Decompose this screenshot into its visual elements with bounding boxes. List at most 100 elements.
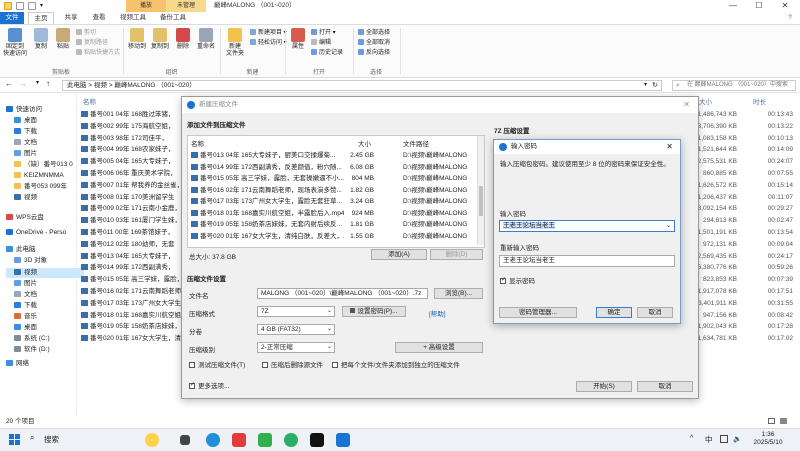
close-button[interactable]: ✕ [772, 0, 798, 12]
address-bar[interactable]: 此电脑 > 视频 > 巅峰MALONG （001~020） ▾ ↻ [62, 80, 662, 91]
checkbox-box[interactable] [189, 362, 195, 368]
capcut-icon[interactable] [310, 433, 324, 447]
password-cancel-button[interactable]: 取消 [637, 307, 673, 318]
list-item[interactable]: 番号019 05年 158奶茶店妹妹，无套内射后续反... 1.81 GB D:\视… [188, 219, 476, 230]
column-header-duration[interactable]: 时长 [753, 96, 766, 106]
address-dropdown-icon[interactable]: ▾ [644, 81, 647, 90]
rename-button[interactable]: 重命名 [195, 28, 217, 51]
new-folder-quick-icon[interactable] [28, 2, 36, 10]
file-name[interactable]: 番号011 00年 169茶馆妹子， [81, 227, 181, 239]
delete-files-button[interactable]: 删除(D) [430, 249, 483, 260]
nav-item[interactable]: OneDrive - Perso [6, 228, 76, 238]
copilot-icon[interactable] [145, 433, 159, 447]
more-options-checkbox[interactable]: 更多选项... [189, 381, 229, 391]
paste-shortcut-button[interactable]: 粘贴快捷方式 [76, 49, 120, 57]
up-button[interactable]: ↑ [46, 79, 50, 88]
task-view-icon[interactable] [180, 435, 190, 445]
clock[interactable]: 1:36 2025/5/10 [748, 431, 788, 447]
column-header-name[interactable]: 名称 [83, 96, 96, 106]
minimize-button[interactable]: — [720, 0, 746, 12]
easy-access-button[interactable]: 轻松访问 ▾ [250, 39, 287, 47]
pin-quick-access-button[interactable]: 固定到 快速访问 [2, 28, 28, 58]
select-all-button[interactable]: 全部选择 [358, 29, 390, 37]
nav-item[interactable]: 下载 [6, 301, 84, 311]
invert-selection-button[interactable]: 反向选择 [358, 49, 390, 57]
tab-video-tools[interactable]: 视频工具 [116, 12, 150, 24]
filename-input[interactable]: MALONG （001~020）\巅峰MALONG （001~020）.7z [257, 288, 428, 299]
quick-access-menu-icon[interactable]: ▾ [40, 2, 46, 10]
list-item[interactable]: 番号015 05年 高三学妹，露脸，无套操嫩逼不小... 804 MB D:\视频\… [188, 173, 476, 184]
file-name[interactable]: 番号012 02年 180幼师，无套 [81, 239, 181, 251]
file-name[interactable]: 番号013 04年 165大专妹子， [81, 251, 181, 263]
file-name[interactable]: 番号004 99年 168农家妹子， [81, 144, 181, 156]
nav-item[interactable]: 3D 对象 [6, 256, 84, 266]
tab-home[interactable]: 主页 [28, 12, 54, 24]
checkbox-box[interactable] [189, 381, 195, 389]
nav-item[interactable]: 番号053 099年 [6, 182, 84, 192]
context-tab-play[interactable]: 播放 [126, 0, 166, 12]
list-item[interactable]: 番号017 03年 173广州女大学生，露脸无套狂草... 3.24 GB D:\视… [188, 196, 476, 207]
select-none-button[interactable]: 全部取消 [358, 39, 390, 47]
level-select[interactable]: 2-正常压缩 ⌄ [257, 342, 335, 353]
file-column-path[interactable]: 文件路径 [403, 138, 429, 148]
file-name[interactable]: 番号009 02年 171云南小金鹿， [81, 203, 181, 215]
move-to-button[interactable]: 移动到 [126, 28, 148, 51]
search-input[interactable]: ⌕ 在 巅峰MALONG （001~020）中搜索 [672, 80, 796, 91]
checkbox-box[interactable] [332, 362, 338, 368]
column-header-size[interactable]: 大小 [699, 96, 712, 106]
input-language[interactable]: 中 [705, 434, 713, 445]
nav-item[interactable]: （缺）番号013 0 [6, 160, 84, 170]
nav-item[interactable]: 软件 (D:) [6, 345, 84, 355]
ok-button[interactable]: 确定 [596, 307, 632, 318]
password-close-icon[interactable]: ✕ [666, 140, 673, 154]
taskbar-search[interactable]: 搜索 [44, 434, 59, 445]
start-button[interactable] [8, 433, 22, 447]
back-button[interactable]: ← [5, 79, 13, 88]
nav-item[interactable]: KEIZMNMMA [6, 171, 84, 181]
delete-button[interactable]: 删除 [172, 28, 194, 51]
list-item[interactable]: 番号018 01年 168嘉实川航空姐，半露脸后入.mp4 924 MB D:\视频… [188, 208, 476, 219]
dialog-close-icon[interactable]: ✕ [683, 97, 690, 113]
nav-item[interactable]: 文档 [6, 138, 84, 148]
list-item[interactable]: 番号013 04年 165大专妹子，厨美口交揉爆菊... 2.45 GB D:\视频… [188, 150, 476, 161]
nav-item[interactable]: 视频 [6, 193, 84, 203]
scrollbar-thumb[interactable] [479, 186, 483, 216]
delete-source-checkbox[interactable]: 压缩后删除源文件 [262, 362, 323, 370]
file-name[interactable]: 番号019 05年 158奶茶店妹妹， [81, 321, 181, 333]
open-button[interactable]: 打开 ▾ [311, 29, 336, 37]
nav-item[interactable]: 音乐 [6, 312, 84, 322]
file-column-name[interactable]: 名称 [191, 138, 204, 148]
context-tab-manage[interactable]: 未管理 [166, 0, 206, 12]
list-item[interactable]: 番号020 01年 167女大学生，清纯白肤，反差大，... 1.55 GB D:\… [188, 231, 476, 242]
cut-button[interactable]: 剪切 [76, 29, 96, 37]
nav-item[interactable]: 下载 [6, 127, 84, 137]
nav-item[interactable]: WPS云盘 [6, 213, 76, 223]
file-name[interactable]: 番号016 02年 171云南舞蹈老师 [81, 286, 181, 298]
wps-icon[interactable] [232, 433, 246, 447]
file-name[interactable]: 番号001 04年 168胜过笨猪， [81, 109, 181, 121]
7zip-taskbar-icon[interactable] [336, 433, 350, 447]
tab-share[interactable]: 共享 [58, 12, 84, 24]
history-button[interactable]: 历史记录 [311, 49, 343, 57]
edge-icon[interactable] [206, 433, 220, 447]
recent-locations-icon[interactable]: ▾ [36, 79, 39, 86]
file-name[interactable]: 番号020 01年 167女大学生，清 [81, 333, 181, 345]
list-item[interactable]: 番号014 99年 172西副满秀，反差颜值，粉穴随... 6.08 GB D:\视… [188, 162, 476, 173]
format-select[interactable]: 7Z ⌄ [257, 306, 335, 317]
tab-backup-tools[interactable]: 备份工具 [156, 12, 190, 24]
set-password-button[interactable]: 设置密码(P)... [342, 306, 406, 317]
cancel-button[interactable]: 取消 [637, 381, 693, 392]
advanced-settings-button[interactable]: + 高级设置 [395, 342, 483, 353]
help-link[interactable]: [帮助] [429, 308, 446, 318]
volume-icon[interactable]: 🔈 [733, 435, 742, 443]
test-archive-checkbox[interactable]: 测试压缩文件(T) [189, 362, 245, 370]
nav-item[interactable]: 图片 [6, 279, 84, 289]
nav-item[interactable]: 此电脑 [6, 245, 76, 255]
file-name[interactable]: 番号010 03年 161厦门学生妹， [81, 215, 181, 227]
confirm-password-input[interactable]: 王老王论坛当老王 [499, 255, 675, 267]
file-name[interactable]: 番号003 98年 172司佳平， [81, 133, 181, 145]
split-select[interactable]: 4 GB (FAT32) ⌄ [257, 324, 335, 335]
file-column-size[interactable]: 大小 [358, 138, 371, 148]
network-icon[interactable] [720, 435, 728, 443]
nav-item[interactable]: 桌面 [6, 116, 84, 126]
